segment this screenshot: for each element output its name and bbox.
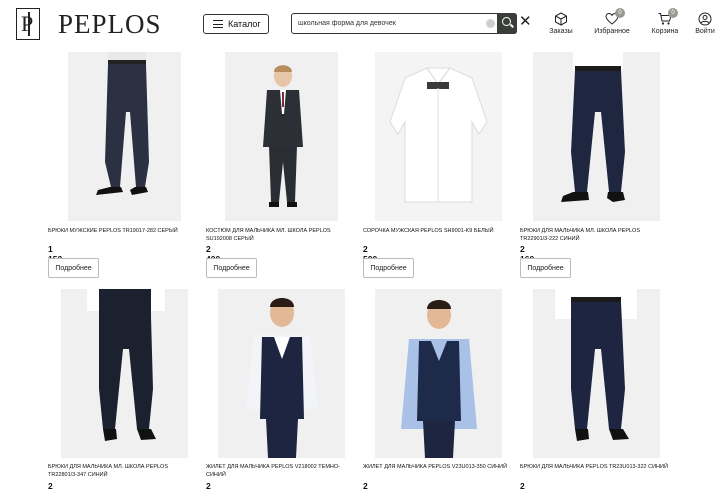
details-button[interactable]: Подробнее — [363, 258, 414, 278]
product-name[interactable]: ЖИЛЕТ ДЛЯ МАЛЬЧИКА PEPLOS V23U013-350 СИ… — [363, 463, 513, 471]
details-button[interactable]: Подробнее — [48, 258, 99, 278]
login-link[interactable]: Войти — [688, 12, 722, 35]
product-name[interactable]: БРЮКИ МУЖСКИЕ PEPLOS TR19017-282 СЕРЫЙ — [48, 227, 198, 235]
product-name[interactable]: ЖИЛЕТ ДЛЯ МАЛЬЧИКА PEPLOS V218002 ТЕМНО-… — [206, 463, 356, 479]
user-icon — [688, 12, 722, 26]
product-image[interactable] — [218, 289, 345, 458]
product-image[interactable] — [375, 289, 502, 458]
cart-label: Корзина — [651, 28, 679, 35]
product-price: 2 500 ₽ — [206, 481, 220, 492]
logo-mark-icon: P — [16, 8, 40, 40]
search-button[interactable] — [497, 13, 517, 34]
close-icon[interactable]: ✕ — [519, 13, 532, 31]
product-image[interactable] — [225, 52, 338, 221]
cart-icon: 0 — [643, 8, 687, 26]
cart-badge: 0 — [668, 8, 678, 18]
product-price: 2 500 ₽ — [363, 481, 377, 492]
orders-link[interactable]: Заказы — [539, 12, 583, 35]
details-button[interactable]: Подробнее — [206, 258, 257, 278]
site-header: P PEPLOS Каталог ✕ Заказы 0 Избранное 0 … — [0, 0, 722, 48]
product-image[interactable] — [61, 289, 188, 458]
product-image[interactable] — [533, 52, 660, 221]
product-image[interactable] — [375, 52, 502, 221]
product-name[interactable]: КОСТЮМ ДЛЯ МАЛЬЧИКА МЛ. ШКОЛА PEPLOS SU1… — [206, 227, 356, 243]
menu-icon — [213, 20, 223, 28]
details-button[interactable]: Подробнее — [520, 258, 571, 278]
catalog-button[interactable]: Каталог — [203, 14, 269, 34]
heart-icon: 0 — [590, 8, 634, 26]
product-name[interactable]: СОРОЧКА МУЖСКАЯ PEPLOS SH9001-K9 БЕЛЫЙ — [363, 227, 513, 235]
logo-text: PEPLOS — [58, 9, 162, 39]
favorites-label: Избранное — [594, 28, 630, 35]
cart-link[interactable]: 0 Корзина — [643, 8, 687, 35]
product-name[interactable]: БРЮКИ ДЛЯ МАЛЬЧИКА МЛ. ШКОЛА PEPLOS TR22… — [48, 463, 198, 479]
favorites-link[interactable]: 0 Избранное — [590, 8, 634, 35]
logo[interactable]: P PEPLOS — [16, 8, 162, 40]
product-image[interactable] — [68, 52, 181, 221]
search-input[interactable] — [298, 16, 478, 31]
product-image[interactable] — [533, 289, 660, 458]
catalog-label: Каталог — [228, 19, 261, 29]
login-label: Войти — [695, 28, 715, 35]
product-price: 2 320 ₽ — [520, 481, 534, 492]
product-name[interactable]: БРЮКИ ДЛЯ МАЛЬЧИКА МЛ. ШКОЛА PEPLOS TR22… — [520, 227, 670, 243]
clear-icon[interactable] — [486, 19, 495, 28]
orders-label: Заказы — [549, 28, 573, 35]
search-bar — [291, 13, 517, 34]
product-price: 2 184 ₽ — [48, 481, 62, 492]
product-name[interactable]: БРЮКИ ДЛЯ МАЛЬЧИКА PEPLOS TR23U013-322 С… — [520, 463, 670, 471]
box-icon — [539, 12, 583, 26]
favorites-badge: 0 — [615, 8, 625, 18]
